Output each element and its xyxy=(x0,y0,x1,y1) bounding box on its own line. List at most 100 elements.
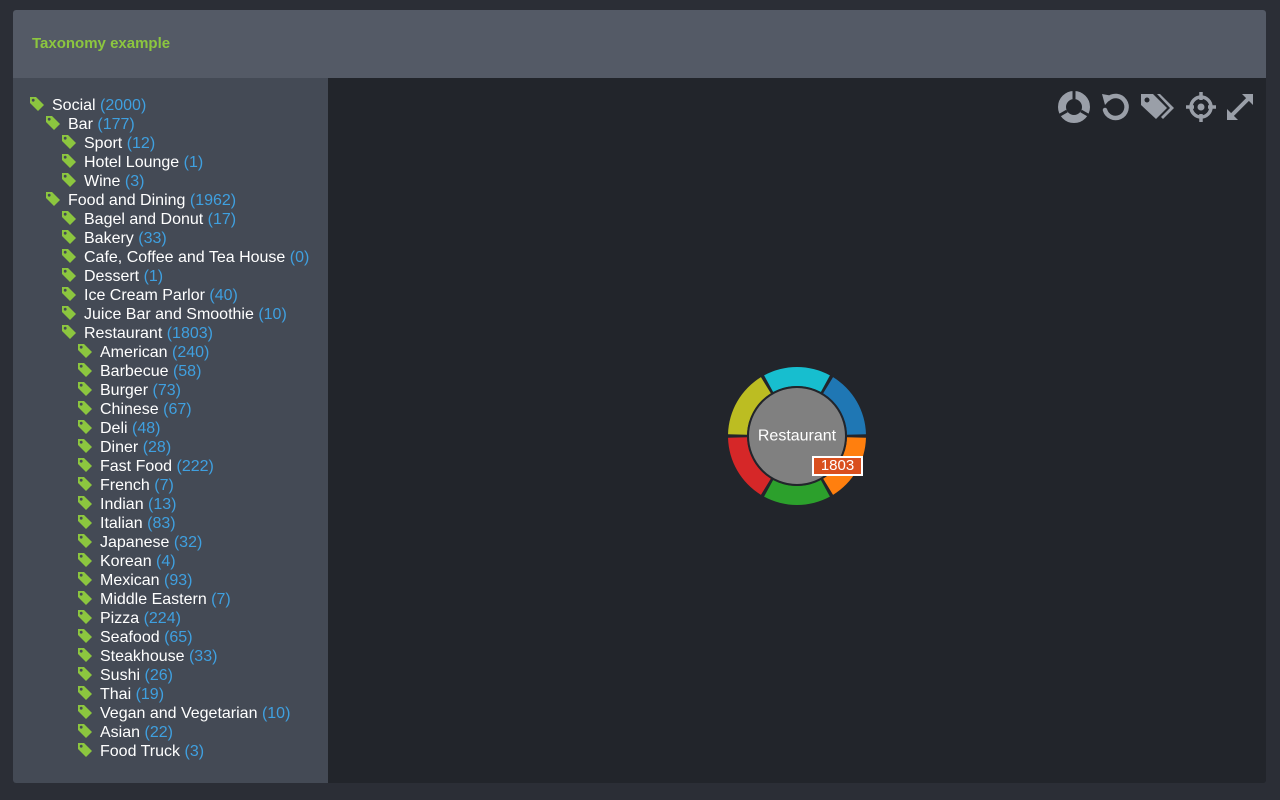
tree-item-label: Bagel and Donut xyxy=(84,211,204,228)
tree-item-label: Juice Bar and Smoothie xyxy=(84,306,254,323)
tree-item-count: (10) xyxy=(261,705,291,722)
tree-item-label: Steakhouse xyxy=(100,648,185,665)
tree-item[interactable]: Wine (3) xyxy=(62,172,144,191)
tag-icon xyxy=(78,648,92,662)
tree-item-label: French xyxy=(100,477,150,494)
tree-item-count: (17) xyxy=(207,211,237,228)
tree-item[interactable]: Cafe, Coffee and Tea House (0) xyxy=(62,248,309,267)
tag-icon xyxy=(30,97,44,111)
tree-item-count: (222) xyxy=(176,458,214,475)
tree-item-count: (58) xyxy=(172,363,202,380)
tree-item[interactable]: Chinese (67) xyxy=(78,400,192,419)
tree-item-label: Italian xyxy=(100,515,143,532)
tree-item[interactable]: Barbecue (58) xyxy=(78,362,201,381)
tree-item-count: (1962) xyxy=(189,192,237,209)
tag-icon xyxy=(62,173,76,187)
tree-item[interactable]: Vegan and Vegetarian (10) xyxy=(78,704,290,723)
tree-item[interactable]: Asian (22) xyxy=(78,723,173,742)
tree-item[interactable]: Food and Dining (1962) xyxy=(46,191,236,210)
tree-item-count: (12) xyxy=(126,135,156,152)
tag-icon xyxy=(78,629,92,643)
tree-item-count: (10) xyxy=(258,306,287,323)
taxonomy-panel: Taxonomy example Social (2000) Bar (177) S… xyxy=(13,10,1266,783)
tag-icon xyxy=(78,572,92,586)
tree-item-count: (40) xyxy=(209,287,238,304)
tree-item-label: Pizza xyxy=(100,610,140,627)
tree-item-count: (28) xyxy=(142,439,172,456)
tree-item-count: (3) xyxy=(184,743,205,760)
tree-item[interactable]: Bakery (33) xyxy=(62,229,167,248)
tag-icon xyxy=(62,306,76,320)
tree-item[interactable]: American (240) xyxy=(78,343,209,362)
tree-item-count: (7) xyxy=(211,591,231,608)
chart-area: Restaurant xyxy=(328,78,1266,783)
tree-item[interactable]: Food Truck (3) xyxy=(78,742,204,761)
tree-item[interactable]: Social (2000) xyxy=(30,96,146,115)
tree-item-label: Sushi xyxy=(100,667,141,684)
tree-item-label: Seafood xyxy=(100,629,160,646)
tree-item[interactable]: Pizza (224) xyxy=(78,609,181,628)
tree-item-label: Asian xyxy=(100,724,141,741)
panel-title: Taxonomy example xyxy=(32,35,171,52)
tree-item-count: (2000) xyxy=(100,97,147,114)
tree-item-label: Fast Food xyxy=(100,458,173,475)
tree-item[interactable]: Restaurant (1803) xyxy=(62,324,213,343)
tree-item[interactable]: Thai (19) xyxy=(78,685,164,704)
tree-item-label: Dessert xyxy=(84,268,140,285)
tree-item-count: (22) xyxy=(144,724,173,741)
tag-icon xyxy=(62,230,76,244)
tree-item[interactable]: Japanese (32) xyxy=(78,533,202,552)
tree-item[interactable]: Italian (83) xyxy=(78,514,176,533)
tree-item-count: (7) xyxy=(154,477,174,494)
tree-item-label: Chinese xyxy=(100,401,159,418)
tree-item[interactable]: Mexican (93) xyxy=(78,571,192,590)
tag-icon xyxy=(62,154,76,168)
tag-icon xyxy=(78,705,92,719)
tag-icon xyxy=(78,686,92,700)
tree-item-label: Japanese xyxy=(100,534,170,551)
tree-item-count: (1) xyxy=(183,154,204,171)
tree-item[interactable]: Sport (12) xyxy=(62,134,155,153)
taxonomy-tree-sidebar: Social (2000) Bar (177) Sport (12) Hotel Lo… xyxy=(13,78,328,783)
tree-item-count: (32) xyxy=(173,534,203,551)
tag-icon xyxy=(62,287,76,301)
tree-item-label: Bakery xyxy=(84,230,134,247)
tag-icon xyxy=(78,591,92,605)
tag-icon xyxy=(62,325,76,339)
tag-icon xyxy=(78,515,92,529)
tag-icon xyxy=(78,401,92,415)
tree-item-label: Wine xyxy=(84,173,121,190)
tree-item[interactable]: French (7) xyxy=(78,476,174,495)
tree-item[interactable]: Bar (177) xyxy=(46,115,135,134)
tag-icon xyxy=(62,135,76,149)
tree-item-count: (1) xyxy=(143,268,164,285)
tree-item[interactable]: Juice Bar and Smoothie (10) xyxy=(62,305,287,324)
tag-icon xyxy=(78,496,92,510)
tree-item[interactable]: Indian (13) xyxy=(78,495,177,514)
tree-item[interactable]: Dessert (1) xyxy=(62,267,163,286)
tree-item[interactable]: Seafood (65) xyxy=(78,628,193,647)
tree-item[interactable]: Steakhouse (33) xyxy=(78,647,217,666)
tree-item[interactable]: Fast Food (222) xyxy=(78,457,214,476)
tree-item[interactable]: Diner (28) xyxy=(78,438,171,457)
tree-item[interactable]: Korean (4) xyxy=(78,552,176,571)
tree-item[interactable]: Ice Cream Parlor (40) xyxy=(62,286,238,305)
tree-item[interactable]: Bagel and Donut (17) xyxy=(62,210,236,229)
tag-icon xyxy=(78,610,92,624)
tree-item[interactable]: Burger (73) xyxy=(78,381,181,400)
tree-item-count: (65) xyxy=(164,629,193,646)
tag-icon xyxy=(78,458,92,472)
tree-item[interactable]: Sushi (26) xyxy=(78,666,173,685)
tree-item-label: Korean xyxy=(100,553,152,570)
tree-item[interactable]: Middle Eastern (7) xyxy=(78,590,231,609)
tag-icon xyxy=(78,667,92,681)
tree-item-count: (26) xyxy=(144,667,173,684)
tree-item[interactable]: Deli (48) xyxy=(78,419,160,438)
tree-item-count: (1803) xyxy=(166,325,213,342)
tag-icon xyxy=(78,534,92,548)
sunburst-chart: Restaurant xyxy=(728,367,866,505)
tree-item-count: (93) xyxy=(164,572,193,589)
tree-item-count: (13) xyxy=(148,496,177,513)
tree-item-label: Hotel Lounge xyxy=(84,154,180,171)
tree-item[interactable]: Hotel Lounge (1) xyxy=(62,153,203,172)
